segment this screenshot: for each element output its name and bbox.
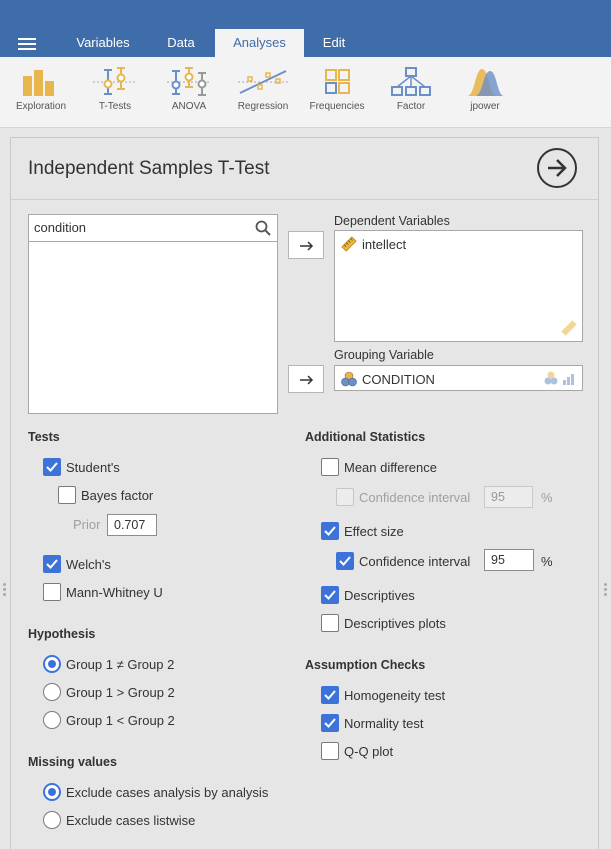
normality-test-label: Normality test [344,716,424,731]
md-percent-label: % [541,490,553,505]
students-checkbox[interactable] [43,458,61,476]
prior-label: Prior [73,517,101,532]
available-variables-list[interactable] [28,214,278,414]
md-confidence-interval-checkbox[interactable] [336,488,354,506]
check-icon [324,590,336,600]
hypothesis-two-sided-label: Group 1 ≠ Group 2 [66,657,175,672]
factor-icon [391,67,431,96]
run-analysis-button[interactable] [537,148,577,188]
mann-whitney-checkbox[interactable] [43,583,61,601]
anova-icon [167,67,211,96]
hypothesis-heading: Hypothesis [28,627,96,641]
exclude-listwise-radio[interactable] [43,811,61,829]
move-to-dependent-button[interactable] [288,231,324,259]
menu-icon[interactable] [18,38,36,50]
regression-icon [238,70,288,94]
t-tests-button[interactable]: T-Tests [80,57,150,128]
exploration-icon [23,70,54,96]
factor-button[interactable]: Factor [376,57,446,128]
tests-heading: Tests [28,430,60,444]
homogeneity-test-label: Homogeneity test [344,688,446,703]
frequencies-button[interactable]: Frequencies [302,57,372,128]
qq-plot-checkbox[interactable] [321,742,339,760]
check-icon [324,526,336,536]
es-percent-label: % [541,554,553,569]
exclude-listwise-label: Exclude cases listwise [66,813,196,828]
continuous-variable-icon [341,236,357,252]
hypothesis-greater-label: Group 1 > Group 2 [66,685,175,700]
page-title: Independent Samples T-Test [28,158,270,179]
dependent-variables-box[interactable]: intellect [334,230,583,342]
analyses-ribbon: Exploration T-Tests ANOVA Regression Fre… [0,57,611,128]
welchs-label: Welch's [66,557,111,572]
check-icon [324,718,336,728]
exclude-analysis-label: Exclude cases analysis by analysis [66,785,269,800]
qq-plot-label: Q-Q plot [344,744,394,759]
tab-edit[interactable]: Edit [304,29,364,57]
es-confidence-interval-checkbox[interactable] [336,552,354,570]
tab-variables[interactable]: Variables [62,29,144,57]
tab-data[interactable]: Data [148,29,214,57]
move-to-grouping-button[interactable] [288,365,324,393]
t-tests-icon [93,67,137,95]
jpower-icon [467,69,504,96]
nominal-variable-icon [341,371,357,387]
anova-button[interactable]: ANOVA [154,57,224,128]
frequencies-icon [325,69,350,94]
hypothesis-greater-radio[interactable] [43,683,61,701]
mean-difference-checkbox[interactable] [321,458,339,476]
students-label: Student's [66,460,120,475]
descriptives-checkbox[interactable] [321,586,339,604]
descriptives-label: Descriptives [344,588,415,603]
right-resize-handle[interactable] [604,583,607,597]
welchs-checkbox[interactable] [43,555,61,573]
effect-size-checkbox[interactable] [321,522,339,540]
md-confidence-interval-input[interactable] [484,486,533,508]
check-icon [339,556,351,566]
title-divider [11,199,598,200]
homogeneity-test-checkbox[interactable] [321,686,339,704]
hypothesis-two-sided-radio[interactable] [43,655,61,673]
missing-values-heading: Missing values [28,755,117,769]
additional-statistics-heading: Additional Statistics [305,430,426,444]
effect-size-label: Effect size [344,524,404,539]
continuous-type-hint-icon [561,320,577,336]
dependent-variable-item[interactable]: intellect [362,237,406,252]
grouping-variable-box[interactable]: CONDITION [334,365,583,391]
assumption-checks-heading: Assumption Checks [305,658,426,672]
es-confidence-interval-input[interactable] [484,549,534,571]
descriptives-plots-checkbox[interactable] [321,614,339,632]
grouping-variable-item[interactable]: CONDITION [362,372,435,387]
hypothesis-less-label: Group 1 < Group 2 [66,713,175,728]
descriptives-plots-label: Descriptives plots [344,616,446,631]
variable-search-input[interactable] [29,215,249,240]
check-icon [46,559,58,569]
top-menu-bar: Variables Data Analyses Edit [0,0,611,57]
regression-button[interactable]: Regression [228,57,298,128]
es-confidence-interval-label: Confidence interval [359,554,471,569]
check-icon [324,690,336,700]
grouping-variable-label: Grouping Variable [334,348,434,362]
hypothesis-less-radio[interactable] [43,711,61,729]
bayes-factor-checkbox[interactable] [58,486,76,504]
arrow-right-icon [548,159,567,177]
nominal-ordinal-hint-icon [544,371,574,385]
arrow-right-icon [300,375,314,385]
mann-whitney-label: Mann-Whitney U [66,585,163,600]
jpower-button[interactable]: jpower [450,57,520,128]
bayes-factor-label: Bayes factor [81,488,154,503]
variable-search [29,215,277,242]
left-resize-handle[interactable] [3,583,6,597]
exclude-analysis-radio[interactable] [43,783,61,801]
normality-test-checkbox[interactable] [321,714,339,732]
search-icon[interactable] [255,220,271,236]
arrow-right-icon [300,241,314,251]
mean-difference-label: Mean difference [344,460,437,475]
md-confidence-interval-label: Confidence interval [359,490,471,505]
dependent-variables-label: Dependent Variables [334,214,450,228]
prior-input[interactable] [107,514,157,536]
check-icon [46,462,58,472]
tab-analyses[interactable]: Analyses [215,29,304,57]
exploration-button[interactable]: Exploration [6,57,76,128]
